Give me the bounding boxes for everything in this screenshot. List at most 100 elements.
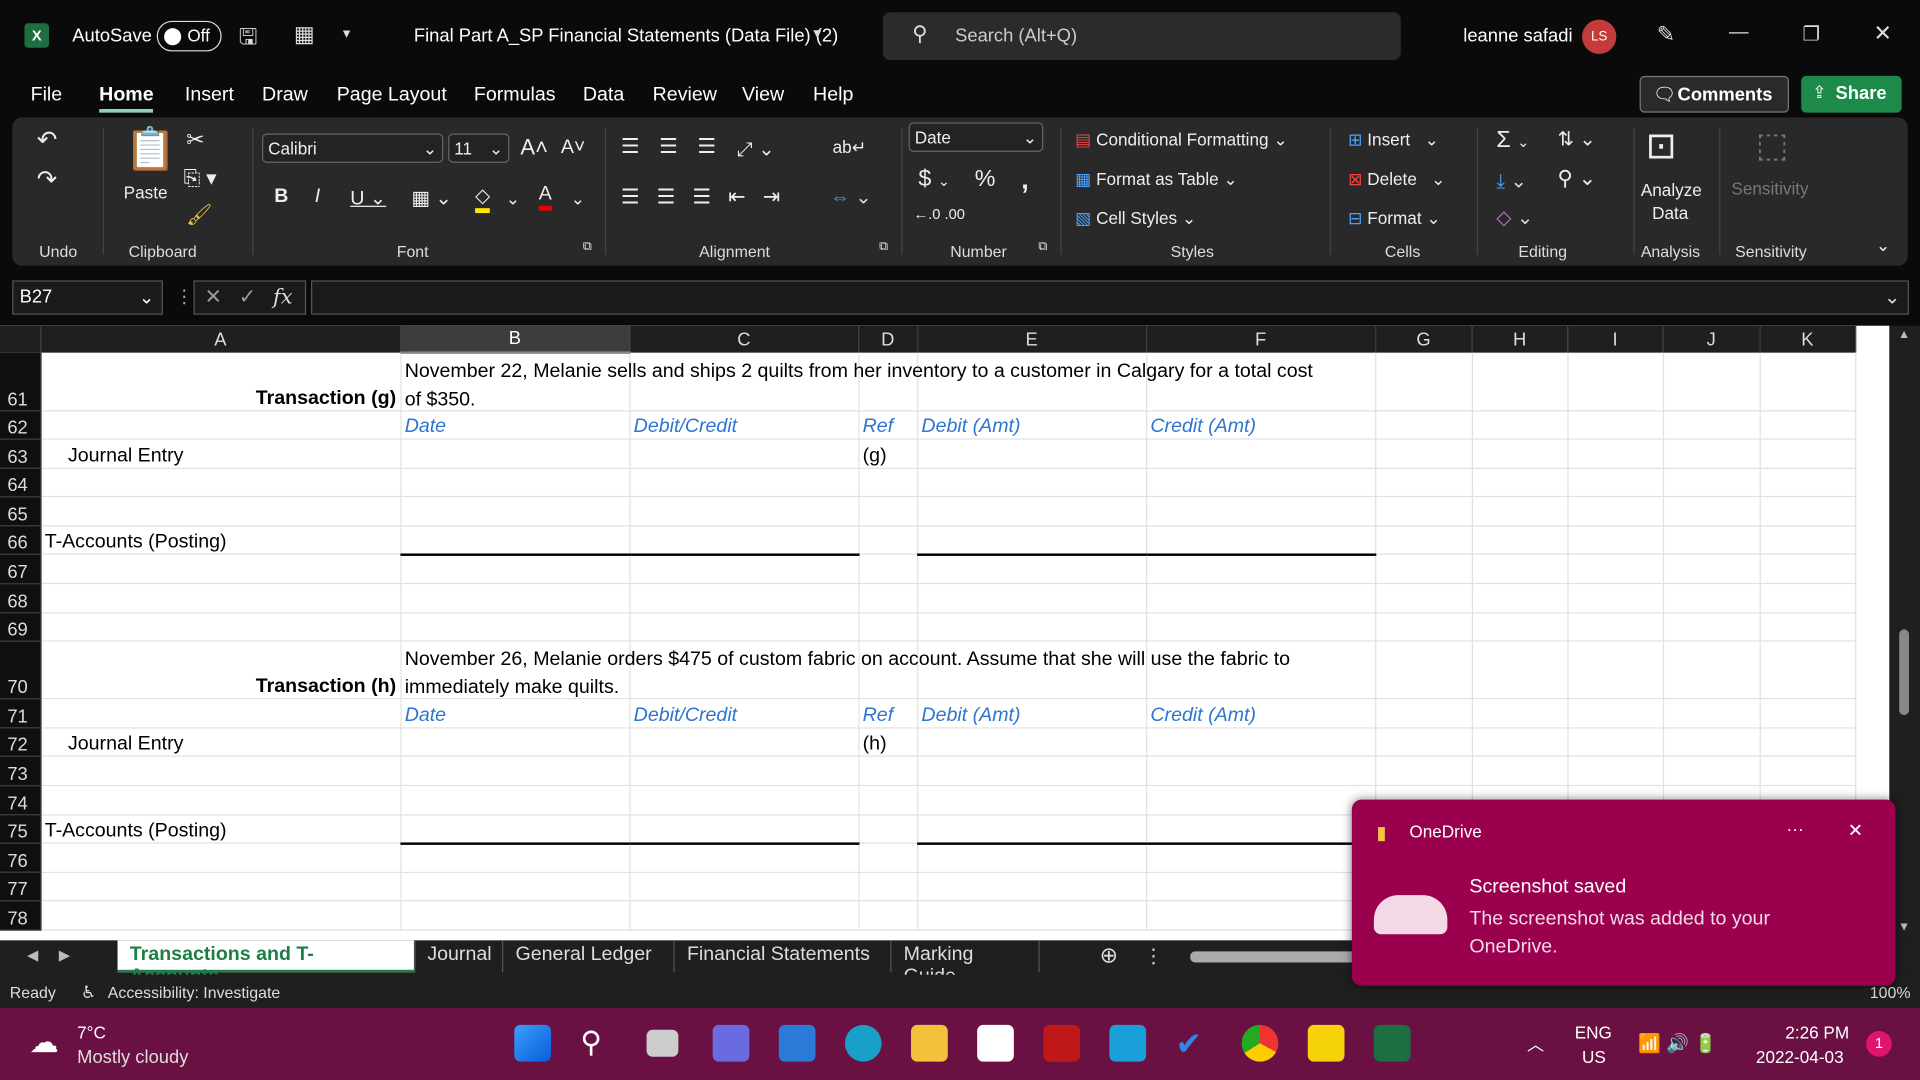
cell[interactable]	[1663, 612, 1760, 641]
menu-tab-file[interactable]: File	[31, 84, 63, 106]
cell[interactable]	[40, 410, 400, 439]
qat-dropdown-icon[interactable]: ▾	[343, 24, 350, 41]
row-header[interactable]: 65	[0, 497, 40, 526]
cell[interactable]	[1663, 353, 1760, 411]
undo-icon[interactable]: ↶	[37, 125, 58, 156]
cell[interactable]	[1375, 757, 1472, 786]
menu-tab-insert[interactable]: Insert	[185, 84, 234, 106]
row-header[interactable]: 69	[0, 612, 40, 641]
cell[interactable]	[1146, 555, 1375, 584]
row-header[interactable]: 74	[0, 786, 40, 815]
cell[interactable]	[40, 555, 400, 584]
cell[interactable]	[1146, 612, 1375, 641]
cell[interactable]: Debit/Credit	[629, 699, 858, 728]
save-icon[interactable]: 🖫	[239, 22, 258, 59]
edge-icon[interactable]	[845, 1025, 882, 1062]
analyze-data-button[interactable]: Analyze Data	[1641, 179, 1700, 226]
cell[interactable]	[40, 612, 400, 641]
font-color-icon[interactable]: A	[539, 184, 552, 211]
cell[interactable]: T-Accounts (Posting)	[40, 814, 400, 843]
cell[interactable]: Debit/Credit	[629, 410, 858, 439]
language[interactable]: ENG	[1575, 1022, 1612, 1042]
cell[interactable]	[1567, 757, 1663, 786]
italic-button[interactable]: I	[315, 186, 320, 208]
cell[interactable]	[858, 843, 917, 872]
cell[interactable]	[1146, 497, 1375, 526]
cell[interactable]	[1375, 612, 1472, 641]
autosave-toggle[interactable]: Off	[157, 21, 222, 52]
row-header[interactable]: 67	[0, 555, 40, 584]
cell[interactable]	[858, 814, 917, 843]
cell[interactable]	[629, 728, 858, 757]
cell[interactable]	[629, 497, 858, 526]
cell[interactable]	[1760, 468, 1856, 497]
cell[interactable]	[1760, 353, 1856, 411]
cell[interactable]	[1663, 641, 1760, 699]
file-explorer-icon[interactable]	[911, 1025, 948, 1062]
next-sheet-icon[interactable]: ▶	[59, 947, 70, 964]
cell[interactable]	[858, 612, 917, 641]
clock-date[interactable]: 2022-04-03	[1756, 1047, 1844, 1067]
column-header-g[interactable]: G	[1375, 326, 1472, 353]
cell[interactable]	[1760, 439, 1856, 468]
cell[interactable]	[917, 497, 1146, 526]
cell[interactable]	[40, 843, 400, 872]
cell[interactable]	[400, 439, 629, 468]
cell[interactable]	[1472, 353, 1568, 411]
cell[interactable]	[917, 814, 1146, 843]
cell[interactable]	[1663, 410, 1760, 439]
collapse-ribbon-icon[interactable]: ⌄	[1876, 235, 1890, 256]
cell[interactable]	[917, 584, 1146, 613]
fill-color-icon[interactable]: ◇	[475, 184, 490, 213]
cell[interactable]	[400, 468, 629, 497]
cell[interactable]	[629, 584, 858, 613]
cell[interactable]	[40, 757, 400, 786]
borders-icon[interactable]: ▦ ⌄	[411, 186, 451, 210]
cell[interactable]: Ref	[858, 410, 917, 439]
cell[interactable]	[858, 526, 917, 555]
font-size-select[interactable]: 11⌄	[448, 133, 509, 162]
cell[interactable]	[1663, 555, 1760, 584]
fill-dropdown-icon[interactable]: ⌄	[506, 189, 520, 210]
cell[interactable]	[1146, 814, 1375, 843]
cell[interactable]	[1663, 526, 1760, 555]
document-title[interactable]: Final Part A_SP Financial Statements (Da…	[414, 26, 838, 47]
column-header-e[interactable]: E	[917, 326, 1146, 353]
prev-sheet-icon[interactable]: ◀	[27, 947, 38, 964]
cell[interactable]	[1663, 468, 1760, 497]
cell[interactable]	[1663, 757, 1760, 786]
name-box[interactable]: B27⌄	[12, 280, 163, 314]
cell[interactable]	[1567, 439, 1663, 468]
cell[interactable]	[1472, 728, 1568, 757]
cell[interactable]: Date	[400, 410, 629, 439]
cell[interactable]	[400, 728, 629, 757]
cell[interactable]	[1146, 843, 1375, 872]
cell[interactable]	[1567, 468, 1663, 497]
paste-icon[interactable]: 📋	[125, 125, 177, 174]
cell[interactable]: Journal Entry	[40, 439, 400, 468]
insert-button[interactable]: ⊞ Insert ⌄	[1348, 130, 1439, 151]
todo-icon[interactable]: ✔	[1176, 1025, 1213, 1062]
cell[interactable]	[1375, 555, 1472, 584]
cell[interactable]	[629, 814, 858, 843]
cell[interactable]	[400, 901, 629, 930]
row-header[interactable]: 76	[0, 843, 40, 872]
cell[interactable]	[1146, 786, 1375, 815]
cell[interactable]	[1760, 555, 1856, 584]
cell[interactable]	[629, 786, 858, 815]
sheet-tab[interactable]: Marking Guide	[891, 940, 1039, 972]
insert-function-icon[interactable]: fx	[273, 285, 292, 309]
more-options-icon[interactable]: ···	[1787, 819, 1804, 839]
menu-tab-page-layout[interactable]: Page Layout	[337, 84, 447, 106]
cell[interactable]: Transaction (h)	[40, 641, 400, 699]
cell[interactable]	[1375, 728, 1472, 757]
cell[interactable]	[1146, 901, 1375, 930]
cell[interactable]	[1567, 526, 1663, 555]
cell[interactable]	[1146, 872, 1375, 901]
cell[interactable]	[40, 699, 400, 728]
row-header[interactable]: 72	[0, 728, 40, 757]
cell[interactable]	[629, 555, 858, 584]
cell[interactable]	[1146, 468, 1375, 497]
cell[interactable]	[1567, 584, 1663, 613]
cell[interactable]	[1567, 497, 1663, 526]
